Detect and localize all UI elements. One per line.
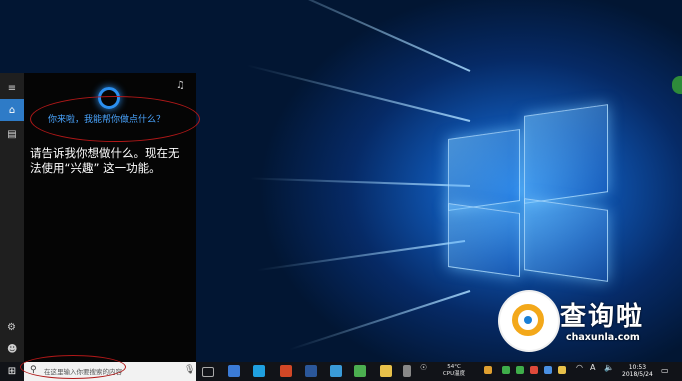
wifi-icon[interactable]: ◠ xyxy=(576,364,583,372)
hamburger-menu-icon[interactable]: ≡ xyxy=(0,77,24,99)
annotation-circle xyxy=(20,355,126,379)
watermark-logo-icon xyxy=(500,292,558,350)
logo-pane xyxy=(448,202,520,278)
light-beam xyxy=(246,64,471,122)
tray-icon[interactable] xyxy=(544,366,552,374)
cortana-greeting: 你来啦，我能帮你做点什么？ xyxy=(48,115,166,125)
music-note-icon[interactable]: ♫ xyxy=(176,80,185,91)
watermark-site: chaxunla.com xyxy=(566,332,640,343)
file-explorer-icon[interactable] xyxy=(380,365,392,377)
notifications-icon[interactable]: ▭ xyxy=(661,366,669,375)
light-beam xyxy=(250,177,471,187)
cortana-rail: ≡ ⌂ ▤ xyxy=(0,73,24,362)
tray-icon[interactable] xyxy=(530,366,538,374)
microphone-icon[interactable]: 🎙 xyxy=(184,365,195,375)
settings-gear-icon[interactable]: ⚙ xyxy=(7,322,16,333)
side-widget[interactable] xyxy=(672,76,682,94)
taskbar-app-icon[interactable] xyxy=(253,365,265,377)
feedback-icon[interactable]: ☻ xyxy=(7,344,17,355)
cortana-message: 请告诉我你想做什么。现在无法使用“兴趣” 这一功能。 xyxy=(30,146,180,175)
light-beam xyxy=(256,240,466,272)
taskbar-app-icon[interactable] xyxy=(228,365,240,377)
home-icon[interactable]: ⌂ xyxy=(0,99,24,121)
ime-indicator[interactable]: A xyxy=(590,364,595,372)
light-beam xyxy=(288,290,471,351)
taskbar-app-icon[interactable] xyxy=(354,365,366,377)
notebook-icon[interactable]: ▤ xyxy=(0,123,24,145)
logo-pane xyxy=(448,128,520,212)
powerpoint-icon[interactable] xyxy=(280,365,292,377)
windows-logo xyxy=(448,96,608,282)
logo-pane xyxy=(524,104,608,204)
word-icon[interactable] xyxy=(305,365,317,377)
cpu-temp-value: 54°C xyxy=(447,364,461,370)
people-icon[interactable]: ☉ xyxy=(420,364,427,372)
tray-icon[interactable] xyxy=(502,366,510,374)
clock-date: 2018/5/24 xyxy=(622,371,653,378)
watermark-title: 查询啦 xyxy=(560,302,645,332)
tray-icon[interactable] xyxy=(558,366,566,374)
taskbar-app-icon[interactable] xyxy=(330,365,342,377)
tray-icon[interactable] xyxy=(516,366,524,374)
clock-time: 10:53 xyxy=(628,364,647,371)
logo-pane xyxy=(524,198,608,282)
task-view-icon[interactable] xyxy=(202,367,214,377)
cpu-temperature[interactable]: 54°C CPU温度 xyxy=(440,364,468,378)
cpu-temp-label: CPU温度 xyxy=(442,371,466,377)
light-beam xyxy=(250,0,471,72)
tray-icon[interactable] xyxy=(484,366,492,374)
taskbar-app-icon[interactable] xyxy=(403,365,411,377)
site-watermark: 查询啦 chaxunla.com xyxy=(500,290,672,362)
clock[interactable]: 10:53 2018/5/24 xyxy=(622,364,653,378)
volume-icon[interactable]: 🔈 xyxy=(604,364,614,372)
